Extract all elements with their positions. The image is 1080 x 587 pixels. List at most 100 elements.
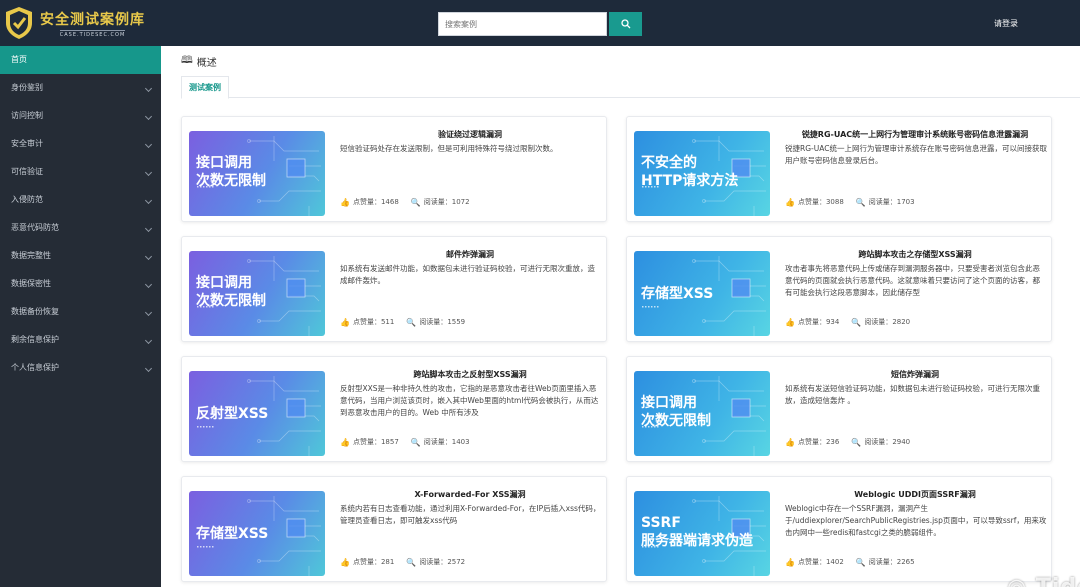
- thumbnail-caption: 次数无限制: [196, 173, 266, 189]
- search-button[interactable]: [609, 12, 642, 36]
- thumbnail-caption: 接口调用: [641, 395, 697, 411]
- case-title[interactable]: Weblogic UDDI页面SSRF漏洞: [785, 489, 1045, 500]
- reads-label: 阅读量：: [423, 198, 452, 206]
- case-card[interactable]: 存储型XSS 跨站脚本攻击之存储型XSS漏洞攻击者事先将恶意代码上传或储存到漏洞服…: [626, 236, 1052, 342]
- case-stats: 👍 点赞量： 1468 🔍 阅读量： 1072: [340, 197, 482, 207]
- site-logo[interactable]: 安全测试案例库 CASE.TIDESEC.COM: [0, 0, 160, 46]
- likes-count: 1402: [825, 558, 844, 566]
- case-card[interactable]: 不安全的 HTTP请求方法 锐捷RG-UAC统一上网行为管理审计系统账号密码信息泄露…: [626, 116, 1052, 222]
- wechat-icon: ◎: [1007, 575, 1027, 587]
- likes-label: 点赞量：: [797, 198, 826, 206]
- case-card[interactable]: SSRF 服务器端请求伪造 Weblogic UDDI页面SSRF漏洞 Weblogi…: [626, 476, 1052, 582]
- magnifier-icon: 🔍: [855, 197, 866, 207]
- sidebar-item-6[interactable]: 恶意代码防范: [0, 214, 161, 242]
- sidebar-item-label: 首页: [11, 55, 27, 64]
- reads-count: 1559: [447, 318, 466, 326]
- likes-stat[interactable]: 👍 点赞量： 236: [785, 437, 839, 447]
- likes-stat[interactable]: 👍 点赞量： 281: [340, 557, 394, 567]
- reads-stat: 🔍 阅读量： 2265: [856, 557, 915, 567]
- case-card[interactable]: 接口调用次数无限制 短信炸弹漏洞如系统有发送短信验证码功能，如数据包未进行验证码校…: [626, 356, 1052, 462]
- case-thumbnail[interactable]: 接口调用 次数无限制: [189, 131, 325, 216]
- thumbnail-caption: 接口调用: [196, 275, 252, 291]
- likes-count: 934: [825, 318, 840, 326]
- thumbs-up-icon: 👍: [340, 557, 350, 567]
- case-thumbnail[interactable]: 反射型XSS: [189, 371, 325, 456]
- case-title[interactable]: X-Forwarded-For XSS漏洞: [340, 489, 600, 500]
- thumbnail-caption: 反射型XSS: [196, 406, 269, 422]
- reads-label: 阅读量：: [864, 318, 893, 326]
- sidebar-item-3[interactable]: 安全审计: [0, 130, 161, 158]
- thumbnail-caption: 接口调用: [196, 155, 252, 171]
- chevron-down-icon: [144, 196, 153, 205]
- case-card[interactable]: 反射型XSS 跨站脚本攻击之反射型XSS漏洞 反射型XXS是一种非持久性的攻击，它指…: [181, 356, 607, 462]
- likes-stat[interactable]: 👍 点赞量： 511: [340, 317, 394, 327]
- case-thumbnail[interactable]: 存储型XSS: [189, 491, 325, 576]
- case-thumbnail[interactable]: 接口调用 次数无限制: [634, 371, 770, 456]
- case-thumbnail[interactable]: 存储型XSS: [634, 251, 770, 336]
- likes-stat[interactable]: 👍 点赞量： 1402: [785, 557, 844, 567]
- case-stats: 👍 点赞量： 281 🔍 阅读量： 2572: [340, 557, 477, 567]
- sidebar-item-10[interactable]: 剩余信息保护: [0, 326, 161, 354]
- sidebar-item-1[interactable]: 身份鉴别: [0, 74, 161, 102]
- likes-stat[interactable]: 👍 点赞量： 1857: [340, 437, 399, 447]
- case-thumbnail[interactable]: 不安全的 HTTP请求方法: [634, 131, 770, 216]
- case-thumbnail[interactable]: SSRF 服务器端请求伪造: [634, 491, 770, 576]
- case-title[interactable]: 短信炸弹漏洞: [785, 369, 1045, 380]
- case-description: 如系统有发送邮件功能，如数据包未进行验证码校验，可进行无限次重放，造成邮件轰炸。: [340, 264, 595, 285]
- thumbs-up-icon: 👍: [340, 437, 350, 447]
- reads-label: 阅读量：: [864, 438, 893, 446]
- sidebar-item-label: 数据备份恢复: [11, 307, 59, 316]
- sidebar-item-5[interactable]: 入侵防范: [0, 186, 161, 214]
- reads-stat: 🔍 阅读量： 2940: [851, 437, 910, 447]
- case-description: 短信验证码处存在发送限制，但是可利用特殊符号绕过限制次数。: [340, 144, 558, 153]
- sidebar-item-11[interactable]: 个人信息保护: [0, 354, 161, 382]
- reads-count: 1403: [451, 438, 470, 446]
- tab-test-cases[interactable]: 测试案例: [181, 76, 229, 99]
- sidebar-item-label: 恶意代码防范: [11, 223, 59, 232]
- thumbnail-caption: 次数无限制: [641, 413, 711, 429]
- case-title[interactable]: 锐捷RG-UAC统一上网行为管理审计系统账号密码信息泄露漏洞: [785, 129, 1045, 140]
- case-stats: 👍 点赞量： 236 🔍 阅读量： 2940: [785, 437, 922, 447]
- sidebar-item-label: 个人信息保护: [11, 363, 59, 372]
- case-card[interactable]: 接口调用 次数无限制 邮件炸弹漏洞如系统有发送邮件功能，如数据包未进行验证码校验，可…: [181, 236, 607, 342]
- reads-count: 2940: [892, 438, 911, 446]
- case-title[interactable]: 跨站脚本攻击之存储型XSS漏洞: [785, 249, 1045, 260]
- search-input[interactable]: [438, 12, 607, 36]
- reads-stat: 🔍 阅读量： 1703: [856, 197, 915, 207]
- magnifier-icon: 🔍: [406, 317, 417, 327]
- reads-label: 阅读量：: [419, 558, 448, 566]
- reads-count: 1703: [896, 198, 915, 206]
- likes-stat[interactable]: 👍 点赞量： 934: [785, 317, 839, 327]
- thumbnail-caption: HTTP请求方法: [641, 173, 739, 189]
- sidebar-item-8[interactable]: 数据保密性: [0, 270, 161, 298]
- case-card[interactable]: 存储型XSS X-Forwarded-For XSS漏洞 系统内若有日志查看功能，通…: [181, 476, 607, 582]
- case-description: 如系统有发送短信验证码功能，如数据包未进行验证码校验，可进行无限次重放，造成短信…: [785, 384, 1040, 405]
- reads-label: 阅读量：: [419, 318, 448, 326]
- chevron-down-icon: [144, 336, 153, 345]
- sidebar-item-4[interactable]: 可信验证: [0, 158, 161, 186]
- case-card[interactable]: 接口调用次数无限制 验证绕过逻辑漏洞 短信验证码处存在发送限制，但是可利用特殊符号绕…: [181, 116, 607, 222]
- case-title[interactable]: 跨站脚本攻击之反射型XSS漏洞: [340, 369, 600, 380]
- likes-label: 点赞量：: [352, 198, 381, 206]
- sidebar-item-7[interactable]: 数据完整性: [0, 242, 161, 270]
- sidebar-item-0[interactable]: 首页: [0, 46, 161, 74]
- likes-stat[interactable]: 👍 点赞量： 1468: [340, 197, 399, 207]
- logo-text: 安全测试案例库 CASE.TIDESEC.COM: [40, 9, 145, 38]
- reads-label: 阅读量：: [868, 558, 897, 566]
- sidebar-item-9[interactable]: 数据备份恢复: [0, 298, 161, 326]
- case-thumbnail[interactable]: 接口调用 次数无限制: [189, 251, 325, 336]
- case-description: 攻击者事先将恶意代码上传或储存到漏洞服务器中，只要受害者浏览包含此恶意代码的页面…: [785, 264, 1040, 297]
- shield-logo-icon: [6, 7, 32, 39]
- reads-label: 阅读量：: [423, 438, 452, 446]
- case-title[interactable]: 验证绕过逻辑漏洞: [340, 129, 600, 140]
- thumbnail-caption: 不安全的: [641, 155, 697, 171]
- sidebar-item-2[interactable]: 访问控制: [0, 102, 161, 130]
- likes-count: 511: [380, 318, 395, 326]
- case-stats: 👍 点赞量： 1857 🔍 阅读量： 1403: [340, 437, 482, 447]
- login-link[interactable]: 请登录: [994, 18, 1018, 29]
- case-title[interactable]: 邮件炸弹漏洞: [340, 249, 600, 260]
- reads-stat: 🔍 阅读量： 1559: [406, 317, 465, 327]
- magnifier-icon: 🔍: [410, 437, 421, 447]
- likes-stat[interactable]: 👍 点赞量： 3088: [785, 197, 844, 207]
- likes-label: 点赞量：: [352, 558, 381, 566]
